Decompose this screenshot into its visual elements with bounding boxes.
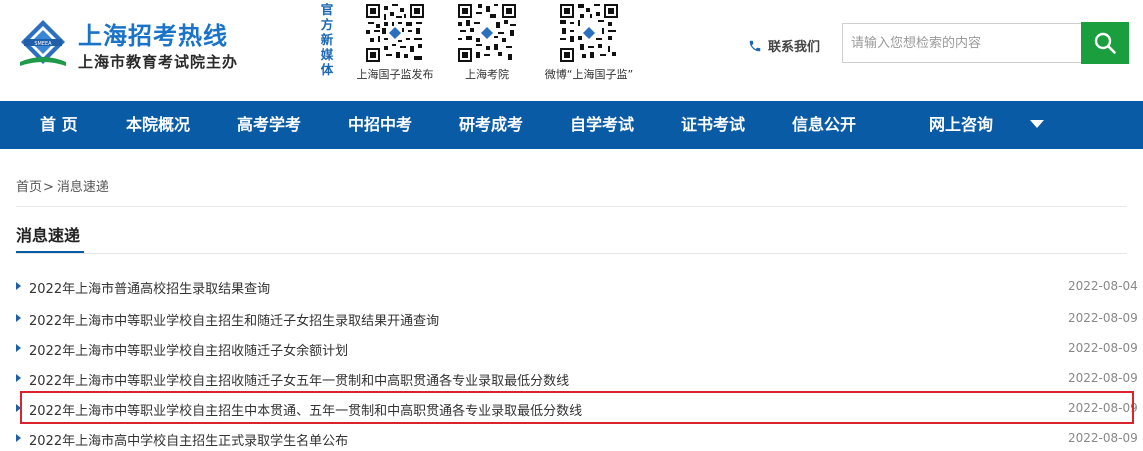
phone-icon <box>749 40 761 51</box>
list-item: 2022年上海市普通高校招生录取结果查询 2022-08-04 <box>0 271 1143 301</box>
nav-gaokao[interactable]: 高考学考 <box>237 101 301 149</box>
breadcrumb-current: 消息速递 <box>56 180 109 195</box>
contact-us-label: 联系我们 <box>768 40 821 55</box>
seei-emblem-icon: SMEEA <box>20 20 66 66</box>
nav-home[interactable]: 首 页 <box>40 101 78 149</box>
news-date: 2022-08-09 <box>1068 341 1138 355</box>
qr-code-icon <box>560 4 618 62</box>
list-item: 2022年上海市中等职业学校自主招收随迁子女五年一贯制和中高职贯通各专业录取最低… <box>0 363 1143 393</box>
bullet-arrow-icon <box>16 344 21 352</box>
breadcrumb: 首页> 消息速递 <box>16 176 109 195</box>
search-button[interactable] <box>1081 22 1129 64</box>
nav-consult[interactable]: 网上咨询 <box>929 101 993 149</box>
section-title: 消息速递 <box>16 226 81 245</box>
news-date: 2022-08-04 <box>1068 279 1138 293</box>
site-header: SMEEA 上海招考热线 上海市教育考试院主办 官方新媒体 上海国子监发布 上海… <box>0 0 1143 101</box>
search-icon <box>1094 32 1116 54</box>
bullet-arrow-icon <box>16 314 21 322</box>
qr-code-weibo: 微博“上海国子监” <box>536 4 642 82</box>
divider <box>16 206 1127 207</box>
bullet-arrow-icon <box>16 404 21 412</box>
qr-caption: 上海国子监发布 <box>356 68 434 81</box>
news-title-link[interactable]: 2022年上海市高中学校自主招生正式录取学生名单公布 <box>29 430 348 449</box>
breadcrumb-separator: > <box>43 180 54 195</box>
news-title-link[interactable]: 2022年上海市普通高校招生录取结果查询 <box>29 278 270 297</box>
qr-code-icon <box>366 4 424 62</box>
breadcrumb-home[interactable]: 首页 <box>16 180 42 195</box>
search-input[interactable] <box>843 24 1082 62</box>
nav-zhongzhao[interactable]: 中招中考 <box>348 101 412 149</box>
nav-zixue[interactable]: 自学考试 <box>570 101 634 149</box>
bullet-arrow-icon <box>16 282 21 290</box>
news-date: 2022-08-09 <box>1068 311 1138 325</box>
list-item: 2022年上海市中等职业学校自主招生中本贯通、五年一贯制和中高职贯通各专业录取最… <box>0 393 1143 423</box>
caret-down-icon[interactable] <box>1030 120 1044 128</box>
news-title-link[interactable]: 2022年上海市中等职业学校自主招收随迁子女五年一贯制和中高职贯通各专业录取最低… <box>29 370 569 389</box>
list-item: 2022年上海市中等职业学校自主招生和随迁子女招生录取结果开通查询 2022-0… <box>0 303 1143 333</box>
bullet-arrow-icon <box>16 374 21 382</box>
news-title-link[interactable]: 2022年上海市中等职业学校自主招生和随迁子女招生录取结果开通查询 <box>29 310 439 329</box>
search-box <box>842 23 1082 63</box>
site-title: 上海招考热线 <box>78 22 228 50</box>
news-date: 2022-08-09 <box>1068 371 1138 385</box>
main-nav: 首 页 本院概况 高考学考 中招中考 研考成考 自学考试 证书考试 信息公开 网… <box>0 101 1143 149</box>
nav-certificate[interactable]: 证书考试 <box>681 101 745 149</box>
qr-code-icon <box>458 4 516 62</box>
news-title-link[interactable]: 2022年上海市中等职业学校自主招生中本贯通、五年一贯制和中高职贯通各专业录取最… <box>29 400 582 419</box>
qr-code-guozijian: 上海国子监发布 <box>352 4 438 82</box>
divider <box>16 253 1127 254</box>
qr-caption: 微博“上海国子监” <box>544 68 634 81</box>
nav-yankao[interactable]: 研考成考 <box>459 101 523 149</box>
list-item: 2022年上海市高中学校自主招生正式录取学生名单公布 2022-08-09 <box>0 423 1143 451</box>
nav-info-disclosure[interactable]: 信息公开 <box>792 101 856 149</box>
list-item: 2022年上海市中等职业学校自主招收随迁子女余额计划 2022-08-09 <box>0 333 1143 363</box>
qr-code-kaoyuan: 上海考院 <box>444 4 530 82</box>
bullet-arrow-icon <box>16 434 21 442</box>
qr-caption: 上海考院 <box>465 68 509 81</box>
svg-text:SMEEA: SMEEA <box>34 41 52 47</box>
site-subtitle: 上海市教育考试院主办 <box>78 53 239 71</box>
nav-about[interactable]: 本院概况 <box>126 101 190 149</box>
news-date: 2022-08-09 <box>1068 401 1138 415</box>
site-logo[interactable]: SMEEA 上海招考热线 上海市教育考试院主办 <box>14 14 254 74</box>
contact-us-link[interactable]: 联系我们 <box>748 36 820 55</box>
news-date: 2022-08-09 <box>1068 431 1138 445</box>
official-media-label: 官方新媒体 <box>320 2 334 77</box>
news-title-link[interactable]: 2022年上海市中等职业学校自主招收随迁子女余额计划 <box>29 340 348 359</box>
